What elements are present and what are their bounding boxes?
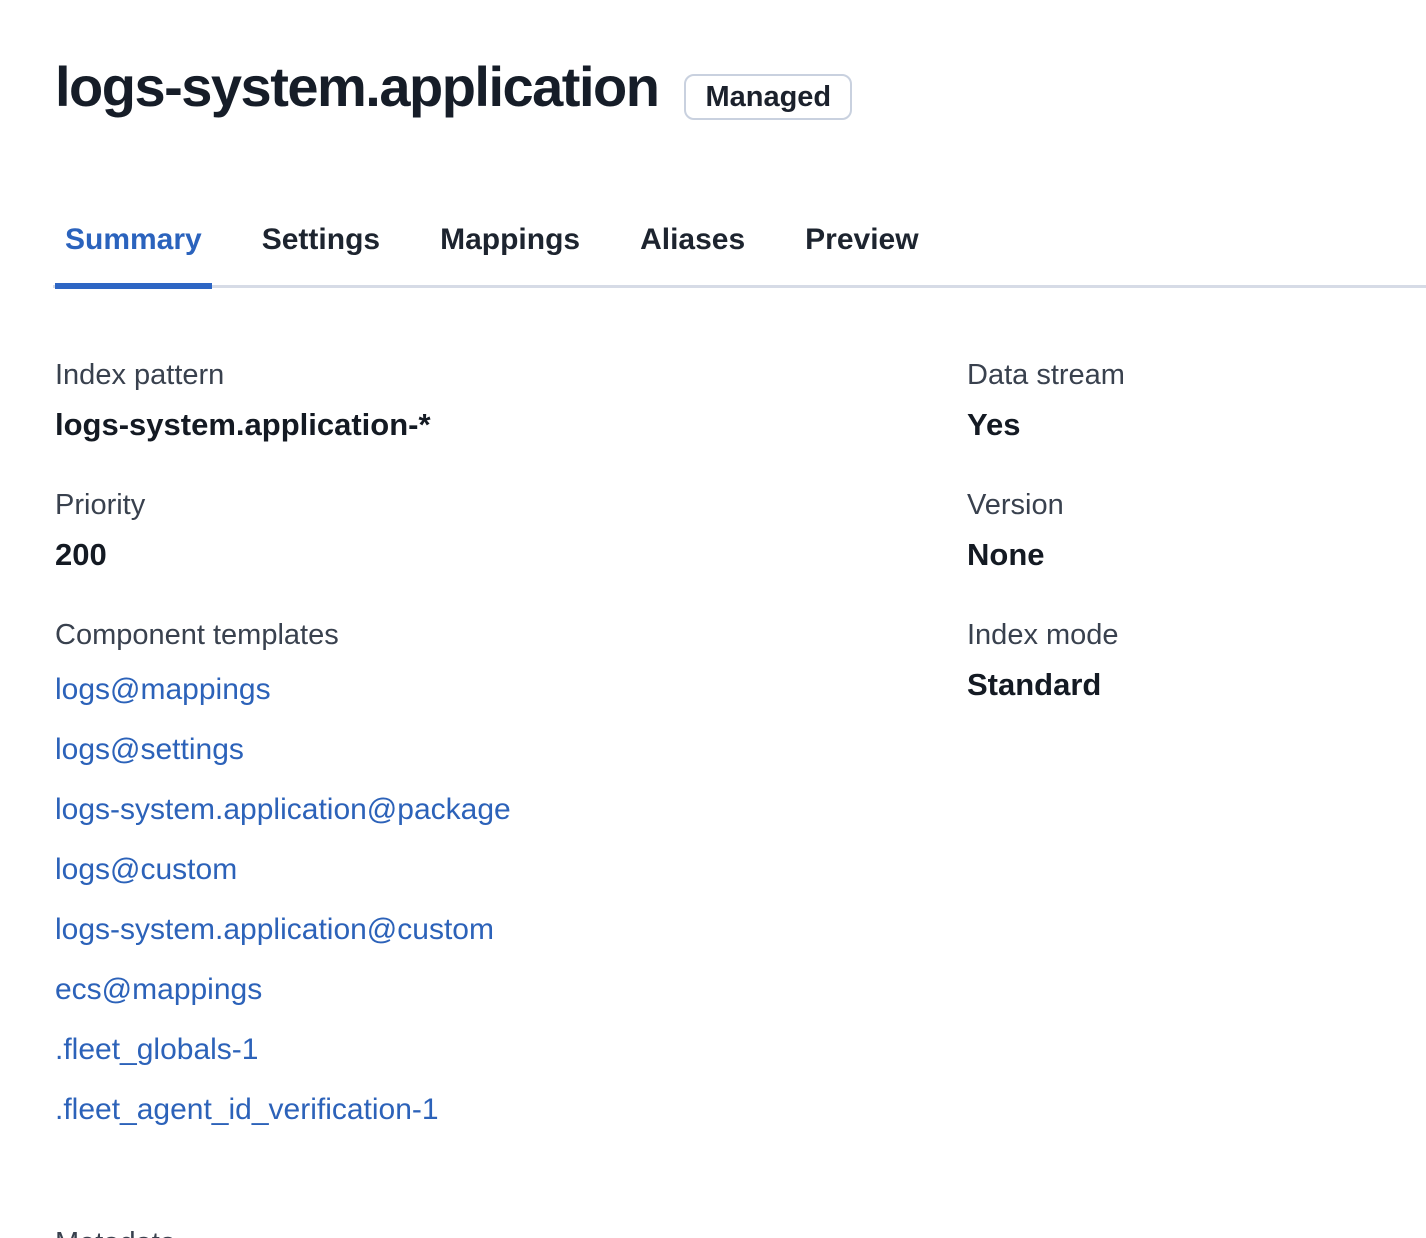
summary-right-column: Data stream Yes Version None Index mode … [967, 352, 1426, 1176]
tab-summary[interactable]: Summary [55, 222, 212, 288]
component-template-link[interactable]: logs@settings [55, 720, 967, 780]
managed-badge: Managed [684, 74, 852, 120]
field-priority: Priority 200 [55, 482, 967, 576]
index-pattern-label: Index pattern [55, 352, 967, 398]
field-index-mode: Index mode Standard [967, 612, 1426, 706]
index-mode-label: Index mode [967, 612, 1426, 658]
field-version: Version None [967, 482, 1426, 576]
field-data-stream: Data stream Yes [967, 352, 1426, 446]
tab-mappings[interactable]: Mappings [430, 222, 590, 288]
index-pattern-value: logs-system.application-* [55, 404, 967, 446]
component-templates-list: logs@mappings logs@settings logs-system.… [55, 660, 967, 1140]
data-stream-label: Data stream [967, 352, 1426, 398]
component-template-link[interactable]: logs@custom [55, 840, 967, 900]
index-mode-value: Standard [967, 664, 1426, 706]
component-template-link[interactable]: .fleet_globals-1 [55, 1020, 967, 1080]
summary-left-column: Index pattern logs-system.application-* … [55, 352, 967, 1176]
version-value: None [967, 534, 1426, 576]
tab-aliases[interactable]: Aliases [630, 222, 755, 288]
tab-preview[interactable]: Preview [795, 222, 928, 288]
field-component-templates: Component templates logs@mappings logs@s… [55, 612, 967, 1140]
metadata-label: Metadata [55, 1220, 1426, 1238]
data-stream-value: Yes [967, 404, 1426, 446]
tab-bar: Summary Settings Mappings Aliases Previe… [55, 222, 1426, 288]
component-template-link[interactable]: logs-system.application@custom [55, 900, 967, 960]
summary-description-list: Index pattern logs-system.application-* … [55, 352, 1426, 1176]
page-header: logs-system.application Managed [55, 52, 1426, 122]
metadata-section: Metadata [55, 1220, 1426, 1238]
component-template-link[interactable]: ecs@mappings [55, 960, 967, 1020]
component-template-link[interactable]: logs@mappings [55, 660, 967, 720]
component-template-link[interactable]: logs-system.application@package [55, 780, 967, 840]
page-title: logs-system.application [55, 52, 658, 122]
priority-label: Priority [55, 482, 967, 528]
field-index-pattern: Index pattern logs-system.application-* [55, 352, 967, 446]
template-details-page: logs-system.application Managed Summary … [0, 0, 1426, 1238]
component-templates-label: Component templates [55, 612, 967, 658]
component-template-link[interactable]: .fleet_agent_id_verification-1 [55, 1080, 967, 1140]
tab-settings[interactable]: Settings [252, 222, 390, 288]
priority-value: 200 [55, 534, 967, 576]
version-label: Version [967, 482, 1426, 528]
